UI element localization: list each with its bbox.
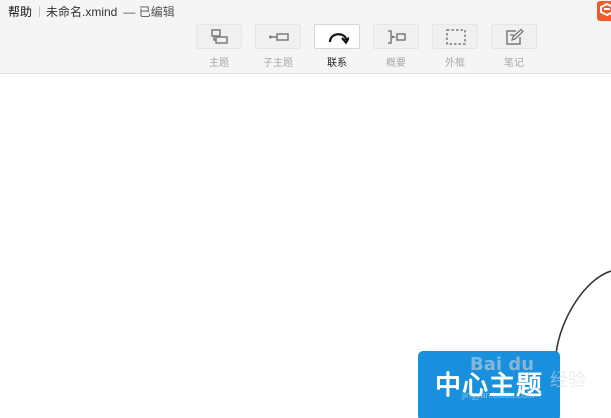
relationship-icon [328, 33, 349, 45]
top-bar: 帮助 未命名.xmind — 已编辑 主题 子主题 联系 概要 外框 笔记 [0, 0, 611, 74]
title-row: 帮助 未命名.xmind — 已编辑 [8, 3, 175, 20]
summary-button[interactable] [373, 24, 419, 49]
notes-icon [506, 28, 524, 45]
document-filename: 未命名.xmind [46, 5, 118, 19]
notes-tool[interactable]: 笔记 [491, 22, 539, 70]
relationship-button[interactable] [314, 24, 360, 49]
boundary-tool[interactable]: 外框 [432, 22, 480, 70]
boundary-button[interactable] [432, 24, 478, 49]
relationship-label: 联系 [327, 58, 347, 69]
topic-button[interactable] [196, 24, 242, 49]
boundary-icon [446, 29, 466, 45]
title-separator [39, 6, 41, 17]
central-topic[interactable]: 中心主题 [418, 351, 560, 418]
subtopic-label: 子主题 [263, 58, 293, 69]
subtopic-tool[interactable]: 子主题 [255, 22, 303, 70]
xmind-logo-icon [597, 1, 611, 21]
boundary-label: 外框 [445, 58, 465, 69]
help-menu[interactable]: 帮助 [8, 5, 32, 19]
subtopic-icon [269, 33, 289, 41]
topic-tool[interactable]: 主题 [196, 22, 244, 70]
edit-status: — 已编辑 [123, 5, 175, 19]
notes-button[interactable] [491, 24, 537, 49]
summary-icon [388, 30, 406, 44]
topic-label: 主题 [209, 58, 229, 69]
notes-label: 笔记 [504, 58, 524, 69]
topic-icon [211, 29, 228, 44]
relationship-tool[interactable]: 联系 [314, 22, 362, 70]
summary-label: 概要 [386, 58, 406, 69]
xmind-window: 帮助 未命名.xmind — 已编辑 主题 子主题 联系 概要 外框 笔记 中心… [0, 0, 611, 418]
summary-tool[interactable]: 概要 [373, 22, 421, 70]
subtopic-button[interactable] [255, 24, 301, 49]
mindmap-canvas[interactable]: 中心主题 Bai du 经验 jingyan.baidu.com [0, 74, 611, 418]
